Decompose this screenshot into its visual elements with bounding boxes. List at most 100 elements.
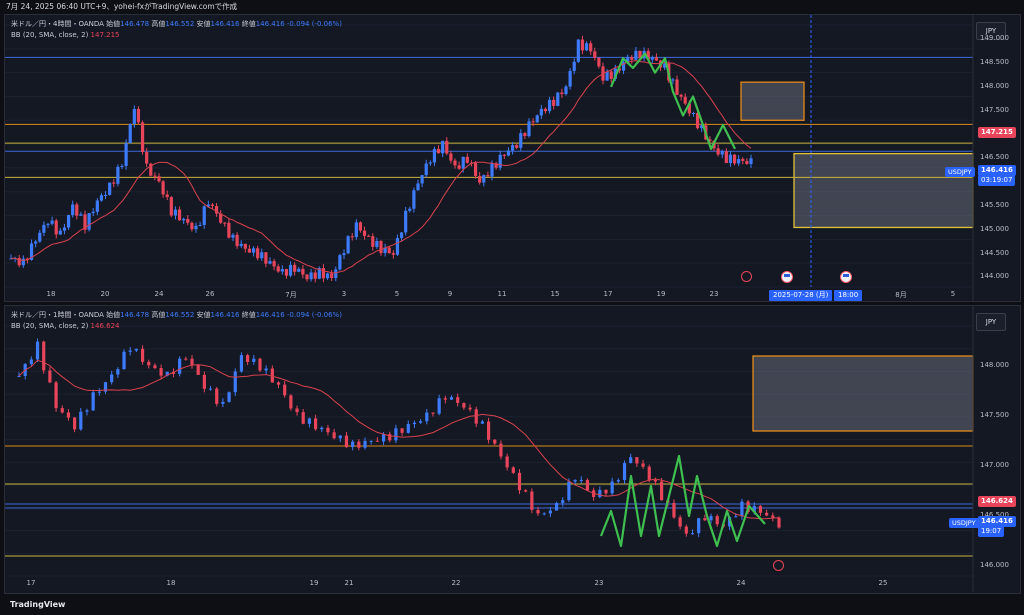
tradingview-logo[interactable]: TradingView [10,600,65,609]
price-tick-label: 146.000 [980,561,1009,569]
legend-4h: 米ドル／円・4時間・OANDA 始値146.478 高値146.552 安値14… [11,19,342,29]
time-tick-label: 5 [394,290,400,298]
candle [128,123,132,144]
candle [408,206,412,213]
candle [231,232,235,242]
candle [585,478,590,492]
legend-bb-4h[interactable]: BB (20, SMA, close, 2) 147.215 [11,30,120,40]
time-tick-label: 9 [447,290,453,298]
candle [749,154,753,168]
candle [354,219,358,240]
chart-1h-plot[interactable] [5,306,1021,594]
candle [740,498,744,520]
chart-pane-4h[interactable]: 米ドル／円・4時間・OANDA 始値146.478 高値146.552 安値14… [4,14,1021,302]
candle [161,179,165,198]
candle [505,453,509,471]
candle [342,249,346,260]
candle [108,182,112,196]
candle [629,453,633,464]
candle [178,356,182,377]
candle [480,419,485,425]
candle [486,417,491,444]
bb-indicator-label[interactable]: BB (20, SMA, close, 2) [11,322,88,330]
wave-drawing [609,52,736,150]
time-tick-label: 24 [154,290,164,298]
change-value: -0.094 (-0.06%) [286,20,342,28]
candle [103,191,108,200]
candle [499,440,503,460]
candle [527,118,531,138]
candle [630,55,634,64]
high-label: 高値 [151,20,166,28]
price-tick-label: 146.500 [980,153,1009,162]
legend-bb-1h[interactable]: BB (20, SMA, close, 2) 146.624 [11,321,120,331]
close-label: 終値 [241,20,256,28]
candle [474,406,478,428]
time-tick-label: 24 [736,579,746,587]
time-tick-label: 7月 [285,291,297,299]
candle [573,479,577,485]
candle [264,252,268,268]
candle [177,206,182,221]
candle [728,151,733,167]
chart-4h-plot[interactable] [5,15,1021,302]
candle [321,264,326,283]
us-flag-event-icon[interactable] [781,271,793,283]
bb-indicator-label[interactable]: BB (20, SMA, close, 2) [11,31,88,39]
candle [542,512,546,516]
candle [301,408,305,425]
candle [641,459,645,469]
lightning-event-icon[interactable] [741,271,752,282]
candle [140,345,145,365]
candle [338,435,342,443]
price-tick-label: 147.500 [980,411,1009,419]
high-label: 高値 [151,311,166,319]
candle [313,269,317,283]
candle [153,172,157,181]
candle [75,202,79,220]
candle [71,200,75,218]
bb-price-tag-1h: 146.624 [978,496,1016,507]
footer: TradingView [0,596,1024,615]
symbol-tag-1h: USDJPY [949,518,979,528]
candle [17,254,21,268]
snapshot-header: 7月 24, 2025 06:40 UTC+9、yohei-fxがTrading… [0,0,1024,14]
zone-box [740,81,805,121]
candle [334,266,338,282]
candle [91,389,95,411]
candle [443,395,447,404]
candle [580,35,585,55]
chart-pane-1h[interactable]: 米ドル／円・1時間・OANDA 始値146.478 高値146.552 安値14… [4,305,1021,594]
lightning-event-icon[interactable] [773,560,784,571]
candle [391,250,395,259]
price-tick-label: 145.000 [980,224,1009,233]
close-value: 146.416 [255,311,285,319]
candle [494,161,498,170]
us-flag-event-icon[interactable] [840,271,852,283]
candle [697,517,701,537]
candle [66,409,71,421]
price-tick-label: 149.000 [980,34,1009,43]
candle-countdown-4h: 03:19:07 [978,175,1016,186]
candle [684,524,688,537]
candle [264,365,268,375]
candle [745,158,749,165]
time-tick-label: 18 [46,290,56,298]
candle [358,221,363,233]
candle [519,129,523,152]
candle [276,264,280,273]
price-tick-label: 148.500 [980,58,1009,67]
candle [256,245,260,261]
candle [539,104,543,120]
candle [297,266,301,273]
candle [73,416,77,433]
candle [543,107,548,114]
candle [724,148,728,164]
legend-symbol: 米ドル／円・1時間・OANDA [11,311,104,319]
candle [468,404,472,412]
candle [295,405,299,416]
candle [136,106,141,125]
candle [103,381,108,394]
candle [597,57,601,69]
currency-button-1h[interactable]: JPY [976,313,1006,331]
